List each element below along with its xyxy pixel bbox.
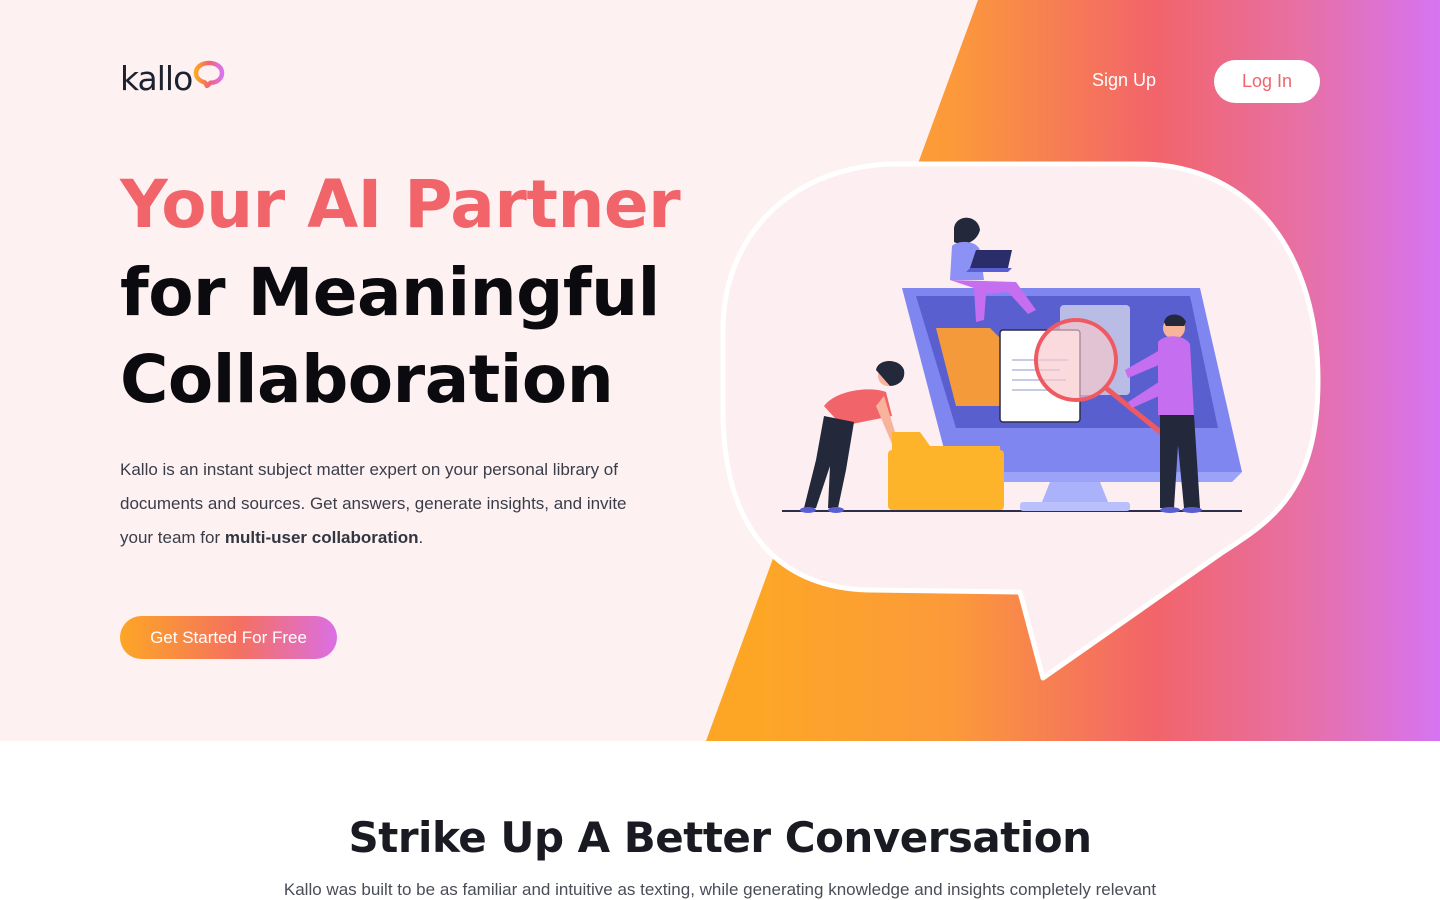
team-collaboration-illustration xyxy=(782,217,1242,513)
section-title: Strike Up A Better Conversation xyxy=(348,813,1092,862)
hero-title-line-1: Your AI Partner xyxy=(120,166,681,243)
description-highlight: multi-user collaboration xyxy=(224,528,419,547)
chat-bubble-logo-icon xyxy=(194,60,225,88)
kallo-logo[interactable]: kallo xyxy=(120,60,225,96)
sign-up-link[interactable]: Sign Up xyxy=(1092,70,1156,91)
log-in-button[interactable]: Log In xyxy=(1214,60,1320,103)
hero-title-line-2: for Meaningful xyxy=(120,254,660,331)
hero-description: Kallo is an instant subject matter exper… xyxy=(120,453,660,555)
hero-title-line-3: Collaboration xyxy=(120,341,614,418)
section-subtitle: Kallo was built to be as familiar and in… xyxy=(283,880,1157,899)
logo-text: kallo xyxy=(120,58,193,98)
description-end: . xyxy=(418,528,424,547)
get-started-button[interactable]: Get Started For Free xyxy=(120,616,337,659)
hero-section: kallo Sign Up Log In Your AI Partner for… xyxy=(0,0,1440,741)
